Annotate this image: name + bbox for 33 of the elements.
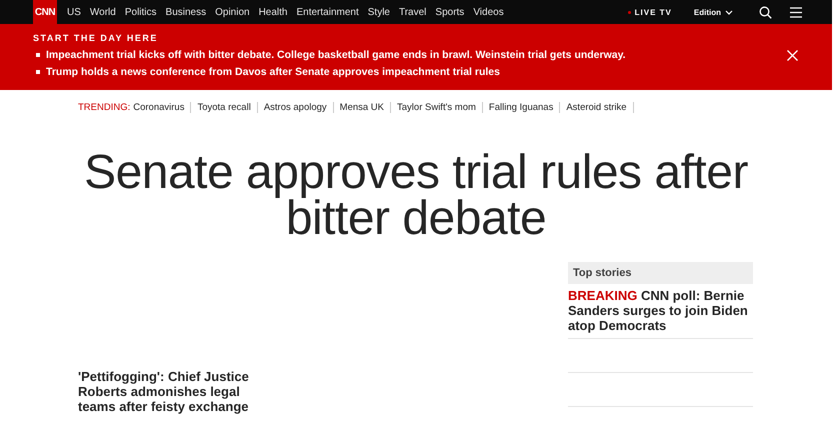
trending-link[interactable]: Asteroid strike [560, 102, 634, 113]
trending-link[interactable]: Coronavirus [133, 102, 192, 113]
nav-link[interactable]: Politics [124, 6, 157, 18]
story-headline[interactable]: 'Pettifogging': Chief Justice Roberts admonishes legal teams after feisty exchange [78, 369, 268, 414]
story-link[interactable]: BREAKING CNN poll: Bernie Sanders surges to join Biden atop Democrats [568, 284, 753, 339]
trending-link[interactable]: Astros apology [258, 102, 334, 113]
nav-link[interactable]: Style [368, 6, 390, 18]
nav-link[interactable]: Sports [435, 6, 464, 18]
nav-link[interactable]: Entertainment [296, 6, 359, 18]
headline: Senate approves trial rules after bitter debate [83, 150, 749, 242]
close-icon[interactable] [787, 50, 798, 61]
nav-link[interactable]: World [90, 6, 116, 18]
logo[interactable]: CNN [33, 0, 57, 24]
nav-link[interactable]: Business [166, 6, 206, 18]
banner-story-link[interactable]: Trump holds a news conference from Davos after Senate approves impeachment trial rules [36, 66, 799, 78]
chevron-down-icon [725, 10, 733, 14]
nav-link[interactable]: US [67, 6, 81, 18]
search-icon[interactable] [759, 6, 772, 18]
trending-label: TRENDING: [78, 102, 130, 113]
nav-link[interactable]: Videos [473, 6, 504, 18]
banner-heading: START THE DAY HERE [33, 33, 159, 43]
nav-link[interactable]: Health [258, 6, 288, 18]
nav-link[interactable]: Opinion [215, 6, 250, 18]
trending-link[interactable]: Falling Iguanas [482, 102, 560, 113]
banner-story-link[interactable]: Impeachment trial kicks off with bitter debate. College basketball game ends in brawl. Weinstein trial gets underway. [36, 49, 799, 61]
section-title: Top stories [568, 262, 753, 284]
trending-link[interactable]: Toyota recall [191, 102, 258, 113]
menu-icon[interactable] [790, 6, 802, 18]
edition-button[interactable]: Edition [694, 8, 733, 16]
trending-link[interactable]: Mensa UK [334, 102, 392, 113]
trending-link[interactable]: Taylor Swift's mom [391, 102, 483, 113]
live-tv-link[interactable]: LIVE TV [628, 8, 672, 16]
nav-link[interactable]: Travel [398, 6, 426, 18]
